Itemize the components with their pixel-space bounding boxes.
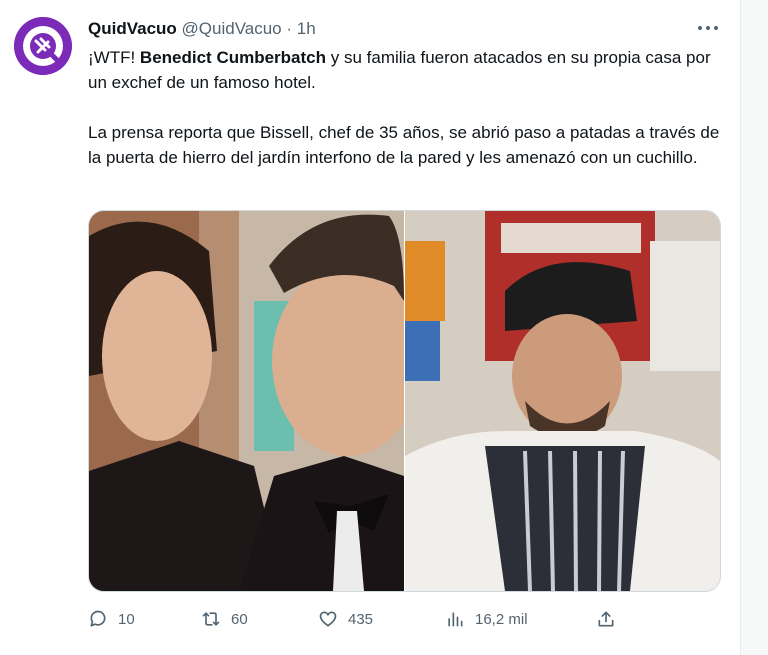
tweet-paragraph-2: La prensa reporta que Bissell, chef de 3…	[88, 123, 720, 167]
tweet-paragraph-1: ¡WTF! Benedict Cumberbatch y su familia …	[88, 45, 728, 95]
photo-chef[interactable]	[405, 211, 720, 591]
tweet-actions: 10 60 435 16,2 mil	[88, 605, 628, 633]
like-button[interactable]: 435	[318, 605, 373, 633]
separator-dot: ·	[286, 19, 293, 38]
tweet: QuidVacuo @QuidVacuo · 1h ¡WTF! Benedict…	[0, 0, 741, 655]
reply-count: 10	[118, 610, 135, 628]
views-button[interactable]: 16,2 mil	[445, 605, 528, 633]
more-icon[interactable]	[694, 18, 722, 38]
retweet-count: 60	[231, 610, 248, 628]
share-button[interactable]	[596, 605, 626, 633]
views-chart-icon	[448, 612, 463, 627]
author-handle[interactable]: @QuidVacuo	[182, 19, 282, 38]
tweet-text: ¡WTF! Benedict Cumberbatch y su familia …	[88, 45, 728, 170]
like-count: 435	[348, 610, 374, 628]
retweet-icon	[202, 612, 220, 626]
tweet-header: QuidVacuo @QuidVacuo · 1h	[88, 18, 316, 40]
heart-icon	[319, 611, 337, 627]
avatar[interactable]	[14, 17, 72, 75]
retweet-button[interactable]: 60	[201, 605, 248, 633]
more-horizontal-icon	[698, 26, 718, 30]
tweet-time[interactable]: 1h	[297, 19, 316, 38]
p1-bold-name: Benedict Cumberbatch	[139, 48, 327, 67]
views-count: 16,2 mil	[475, 610, 528, 628]
p1-prefix: ¡WTF!	[88, 48, 140, 67]
share-icon	[598, 611, 614, 627]
reply-button[interactable]: 10	[88, 605, 135, 633]
author-name[interactable]: QuidVacuo	[88, 19, 177, 38]
tweet-media[interactable]	[88, 210, 721, 592]
photo-couple[interactable]	[89, 211, 404, 591]
reply-icon	[90, 610, 106, 627]
